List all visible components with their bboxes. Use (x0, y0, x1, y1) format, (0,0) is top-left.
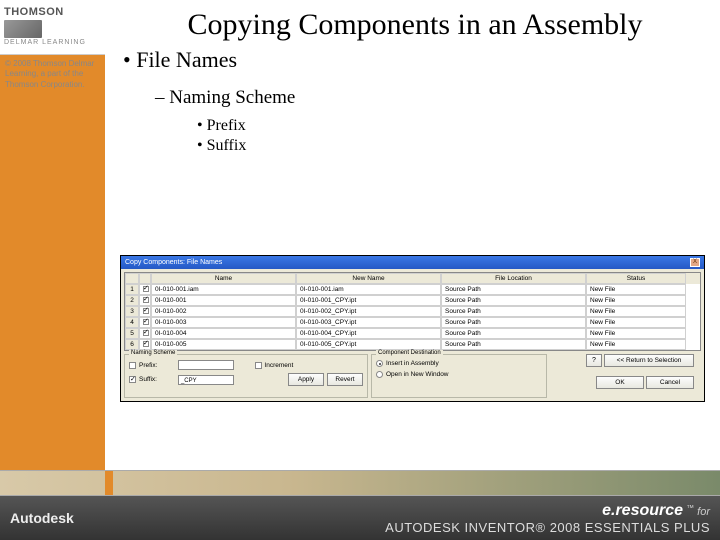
close-icon[interactable]: X (690, 258, 700, 267)
copyright-text: © 2008 Thomson Delmar Learning, a part o… (0, 55, 105, 94)
row-number: 1 (125, 284, 139, 295)
table-row[interactable]: 3✓0I-010-0020I-010-002_CPY.iptSource Pat… (125, 306, 700, 317)
opt-open-label: Open in New Window (386, 371, 449, 378)
panel-title: Component Destination (376, 350, 443, 356)
panel-title: Naming Scheme (129, 350, 177, 356)
product-name: AUTODESK INVENTOR® 2008 ESSENTIALS PLUS (385, 520, 710, 535)
row-number: 5 (125, 328, 139, 339)
suffix-label: Suffix: (139, 376, 157, 383)
row-checkbox[interactable]: ✓ (139, 284, 151, 295)
cell-location[interactable]: Source Path (441, 317, 586, 328)
cell-location[interactable]: Source Path (441, 328, 586, 339)
return-button[interactable]: << Return to Selection (604, 354, 694, 367)
col-newname: New Name (296, 273, 441, 284)
cell-status: New File (586, 295, 686, 306)
cell-status: New File (586, 339, 686, 350)
slide-footer: Autodesk e.resource ™ for AUTODESK INVEN… (0, 470, 720, 540)
bullet-level-2: Naming Scheme (155, 87, 715, 109)
prefix-input[interactable] (178, 360, 234, 370)
row-checkbox[interactable]: ✓ (139, 328, 151, 339)
brand-text: THOMSON (4, 6, 101, 18)
naming-scheme-panel: Naming Scheme Prefix: Increment ✓ Suffix… (124, 354, 368, 398)
increment-checkbox[interactable] (255, 362, 262, 369)
cell-name: 0I-010-001.iam (151, 284, 296, 295)
insert-in-assembly-radio[interactable] (376, 360, 383, 367)
cell-name: 0I-010-002 (151, 306, 296, 317)
table-row[interactable]: 4✓0I-010-0030I-010-003_CPY.iptSource Pat… (125, 317, 700, 328)
dialog-buttons: ? << Return to Selection OK Cancel (550, 354, 698, 398)
bullet-level-3: Prefix (197, 117, 715, 135)
cell-status: New File (586, 317, 686, 328)
suffix-checkbox[interactable]: ✓ (129, 376, 136, 383)
autodesk-logo: Autodesk (10, 510, 74, 526)
publisher-logo: THOMSON DELMAR LEARNING (0, 0, 105, 55)
row-number: 2 (125, 295, 139, 306)
cell-newname[interactable]: 0I-010-001_CPY.ipt (296, 295, 441, 306)
revert-button[interactable]: Revert (327, 373, 363, 386)
cell-newname[interactable]: 0I-010-005_CPY.ipt (296, 339, 441, 350)
cell-name: 0I-010-004 (151, 328, 296, 339)
cell-location[interactable]: Source Path (441, 295, 586, 306)
component-destination-panel: Component Destination Insert in Assembly… (371, 354, 547, 398)
cell-name: 0I-010-005 (151, 339, 296, 350)
cell-status: New File (586, 306, 686, 317)
row-number: 6 (125, 339, 139, 350)
cell-status: New File (586, 328, 686, 339)
apply-button[interactable]: Apply (288, 373, 324, 386)
footer-bar: Autodesk e.resource ™ for AUTODESK INVEN… (0, 496, 720, 540)
table-row[interactable]: 6✓0I-010-0050I-010-005_CPY.iptSource Pat… (125, 339, 700, 350)
row-checkbox[interactable]: ✓ (139, 317, 151, 328)
cell-newname[interactable]: 0I-010-002_CPY.ipt (296, 306, 441, 317)
table-row[interactable]: 5✓0I-010-0040I-010-004_CPY.iptSource Pat… (125, 328, 700, 339)
row-checkbox[interactable]: ✓ (139, 339, 151, 350)
cell-location[interactable]: Source Path (441, 306, 586, 317)
col-location: File Location (441, 273, 586, 284)
for-text: for (697, 506, 710, 518)
dialog-titlebar: Copy Components: File Names X (121, 256, 704, 269)
cell-newname[interactable]: 0I-010-003_CPY.ipt (296, 317, 441, 328)
opt-insert-label: Insert in Assembly (386, 360, 439, 367)
logo-graphic (4, 20, 42, 38)
suffix-input[interactable]: _CPY (178, 375, 234, 385)
brand-subtext: DELMAR LEARNING (4, 39, 101, 46)
table-row[interactable]: 1✓0I-010-001.iam0I-010-001.iamSource Pat… (125, 284, 700, 295)
cell-location[interactable]: Source Path (441, 284, 586, 295)
ok-button[interactable]: OK (596, 376, 644, 389)
row-number: 4 (125, 317, 139, 328)
cell-location[interactable]: Source Path (441, 339, 586, 350)
bullet-level-1: File Names (123, 47, 715, 73)
slide-content: Copying Components in an Assembly File N… (115, 0, 715, 155)
row-number: 3 (125, 306, 139, 317)
cell-newname[interactable]: 0I-010-004_CPY.ipt (296, 328, 441, 339)
prefix-checkbox[interactable] (129, 362, 136, 369)
cell-status: New File (586, 284, 686, 295)
row-checkbox[interactable]: ✓ (139, 306, 151, 317)
product-line: e.resource ™ for AUTODESK INVENTOR® 2008… (385, 502, 710, 535)
copy-components-dialog: Copy Components: File Names X Name New N… (120, 255, 705, 402)
table-row[interactable]: 2✓0I-010-0010I-010-001_CPY.iptSource Pat… (125, 295, 700, 306)
prefix-label: Prefix: (139, 362, 157, 369)
cell-name: 0I-010-003 (151, 317, 296, 328)
open-new-window-radio[interactable] (376, 371, 383, 378)
col-status: Status (586, 273, 686, 284)
footer-stripe (0, 470, 720, 496)
cell-name: 0I-010-001 (151, 295, 296, 306)
increment-label: Increment (264, 362, 293, 369)
col-name: Name (151, 273, 296, 284)
table-header: Name New Name File Location Status (125, 273, 700, 284)
row-checkbox[interactable]: ✓ (139, 295, 151, 306)
dialog-title: Copy Components: File Names (125, 259, 222, 266)
cancel-button[interactable]: Cancel (646, 376, 694, 389)
bullet-level-3: Suffix (197, 137, 715, 155)
file-names-table: Name New Name File Location Status 1✓0I-… (124, 272, 701, 351)
sidebar: THOMSON DELMAR LEARNING © 2008 Thomson D… (0, 0, 105, 470)
cell-newname[interactable]: 0I-010-001.iam (296, 284, 441, 295)
help-icon[interactable]: ? (586, 354, 602, 367)
eresource-text: e.resource (602, 502, 683, 519)
slide-title: Copying Components in an Assembly (115, 8, 715, 43)
